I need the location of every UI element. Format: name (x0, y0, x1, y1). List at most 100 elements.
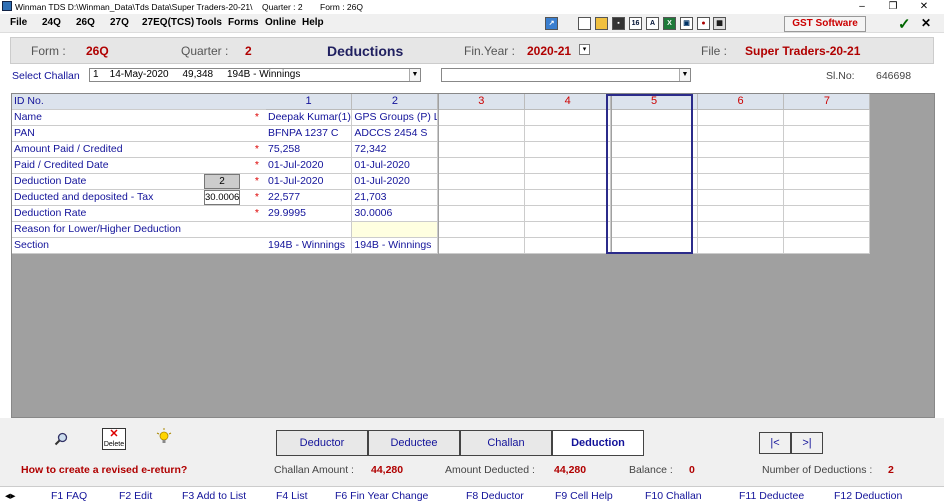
deduction-date-indicator[interactable]: 2 (204, 174, 240, 189)
menu-27eq[interactable]: 27EQ(TCS) (142, 17, 194, 28)
grid-cell[interactable] (438, 158, 525, 174)
grid-cell[interactable] (784, 158, 871, 174)
save-icon[interactable]: ▪ (612, 17, 625, 30)
column-header[interactable]: 2 (352, 94, 439, 110)
grid-cell[interactable] (525, 142, 612, 158)
grid-cell[interactable] (698, 158, 784, 174)
grid-cell[interactable]: 22,577 (266, 190, 352, 206)
grid-cell[interactable] (525, 190, 612, 206)
grid-cell[interactable]: GPS Groups (P) L (352, 110, 439, 126)
grid-cell[interactable] (611, 158, 698, 174)
grid-cell[interactable] (698, 110, 784, 126)
grid-cell[interactable] (784, 174, 871, 190)
grid-cell[interactable]: 194B - Winnings (266, 238, 352, 254)
minimize-button[interactable]: – (848, 0, 876, 14)
fkey-deduction[interactable]: F12 Deduction (834, 490, 902, 502)
fkey-cell-help[interactable]: F9 Cell Help (555, 490, 613, 502)
scroll-arrows-icon[interactable]: ◂▸ (5, 490, 16, 502)
grid-cell[interactable] (438, 142, 525, 158)
search-icon[interactable] (54, 432, 68, 446)
grid-cell[interactable] (698, 222, 784, 238)
menu-file[interactable]: File (10, 17, 27, 28)
delete-button[interactable]: ✕ Delete (102, 428, 126, 450)
grid-cell[interactable]: BFNPA 1237 C (266, 126, 352, 142)
close-window-button[interactable]: ✕ (910, 0, 938, 14)
open-folder-icon[interactable] (595, 17, 608, 30)
grid-cell[interactable] (784, 206, 871, 222)
menu-26q[interactable]: 26Q (76, 17, 95, 28)
grid-cell[interactable] (525, 110, 612, 126)
grid-cell[interactable]: 30.0006 (352, 206, 439, 222)
grid-cell[interactable] (611, 190, 698, 206)
tab-challan[interactable]: Challan (460, 430, 552, 456)
grid-cell[interactable] (784, 190, 871, 206)
grid-cell[interactable] (352, 222, 439, 238)
gst-software-button[interactable]: GST Software (784, 16, 866, 32)
nav-first-button[interactable]: |< (759, 432, 791, 454)
grid-cell[interactable] (525, 126, 612, 142)
grid-cell[interactable] (784, 238, 871, 254)
fkey-edit[interactable]: F2 Edit (119, 490, 152, 502)
grid-cell[interactable] (438, 222, 525, 238)
grid-cell[interactable] (438, 238, 525, 254)
menu-27q[interactable]: 27Q (110, 17, 129, 28)
grid-cell[interactable] (784, 110, 871, 126)
lock-icon[interactable]: ▣ (680, 17, 693, 30)
restore-button[interactable]: ❐ (879, 0, 907, 14)
column-header[interactable]: 6 (698, 94, 784, 110)
grid-cell[interactable] (611, 142, 698, 158)
fkey-deductor[interactable]: F8 Deductor (466, 490, 524, 502)
menu-tools[interactable]: Tools (196, 17, 222, 28)
grid-cell[interactable] (266, 222, 352, 238)
tab-deductor[interactable]: Deductor (276, 430, 368, 456)
column-header[interactable]: 1 (266, 94, 352, 110)
tab-deduction[interactable]: Deduction (552, 430, 644, 456)
fkey-faq[interactable]: F1 FAQ (51, 490, 87, 502)
upload-icon[interactable]: ↗ (545, 17, 558, 30)
grid-cell[interactable] (698, 174, 784, 190)
grid-cell[interactable] (525, 206, 612, 222)
grid-cell[interactable] (438, 190, 525, 206)
grid-cell[interactable] (698, 126, 784, 142)
menu-help[interactable]: Help (302, 17, 324, 28)
grid-cell[interactable]: 194B - Winnings (352, 238, 439, 254)
grid-cell[interactable] (698, 142, 784, 158)
grid-cell[interactable] (698, 190, 784, 206)
lightbulb-icon[interactable] (156, 428, 172, 446)
grid-cell[interactable] (698, 238, 784, 254)
grid-cell[interactable] (525, 158, 612, 174)
grid-cell[interactable] (525, 222, 612, 238)
grid-cell[interactable] (438, 206, 525, 222)
ok-check-icon[interactable]: ✓ (898, 15, 911, 33)
calculator-icon[interactable]: ▦ (713, 17, 726, 30)
tax-rate-input[interactable]: 30.0006 (204, 190, 240, 205)
finyear-dropdown-icon[interactable]: ▾ (579, 44, 590, 55)
grid-cell[interactable] (611, 238, 698, 254)
tab-deductee[interactable]: Deductee (368, 430, 460, 456)
grid-cell[interactable] (698, 206, 784, 222)
grid-cell[interactable]: 01-Jul-2020 (266, 174, 352, 190)
grid-cell[interactable] (525, 174, 612, 190)
grid-cell[interactable] (784, 222, 871, 238)
grid-cell[interactable]: 01-Jul-2020 (352, 174, 439, 190)
close-form-icon[interactable]: ✕ (921, 16, 931, 30)
grid-cell[interactable] (611, 174, 698, 190)
menu-24q[interactable]: 24Q (42, 17, 61, 28)
grid-cell[interactable] (525, 238, 612, 254)
challan-select[interactable]: 1 14-May-2020 49,348 194B - Winnings ▼ (89, 68, 421, 82)
grid-cell[interactable] (611, 126, 698, 142)
grid-cell[interactable] (611, 110, 698, 126)
chevron-down-icon[interactable]: ▼ (679, 69, 690, 81)
grid-cell[interactable]: 72,342 (352, 142, 439, 158)
grid-cell[interactable] (438, 110, 525, 126)
menu-forms[interactable]: Forms (228, 17, 259, 28)
form16a-icon[interactable]: A (646, 17, 659, 30)
grid-cell[interactable] (611, 206, 698, 222)
secondary-select[interactable]: ▼ (441, 68, 691, 82)
revised-return-help-link[interactable]: How to create a revised e-return? (21, 464, 187, 476)
grid-cell[interactable]: 75,258 (266, 142, 352, 158)
fkey-list[interactable]: F4 List (276, 490, 308, 502)
fkey-add-to-list[interactable]: F3 Add to List (182, 490, 246, 502)
grid-cell[interactable] (611, 222, 698, 238)
column-header[interactable]: 5 (611, 94, 698, 110)
